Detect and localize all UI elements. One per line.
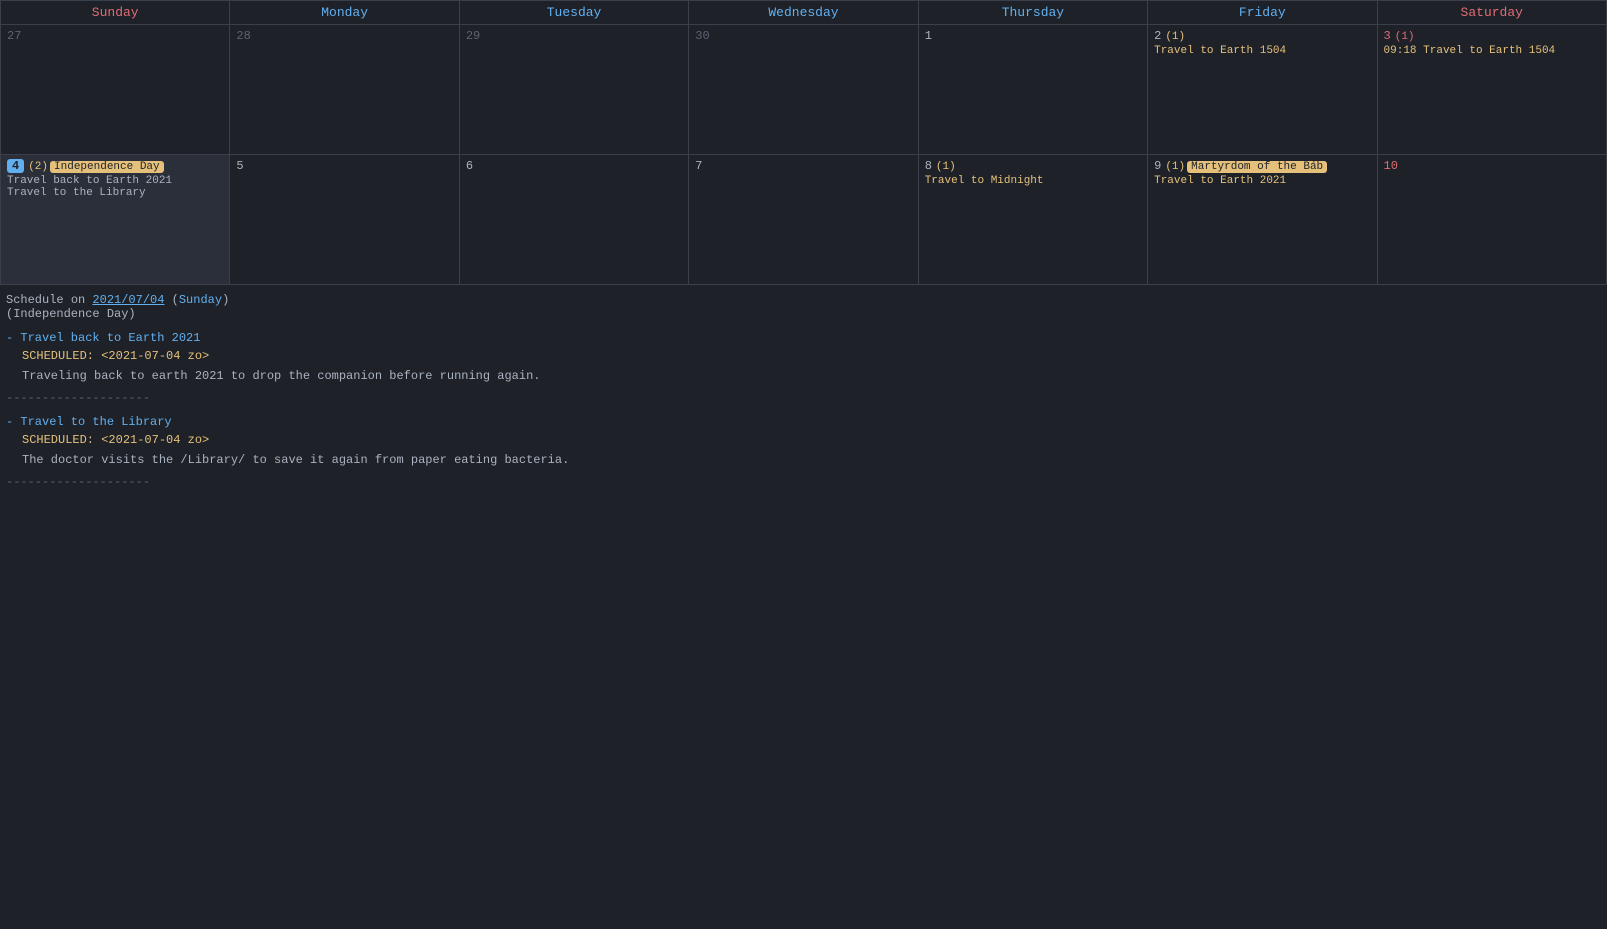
holiday-label: Martyrdom of the Báb <box>1187 161 1327 173</box>
day-number: 5 <box>236 159 243 173</box>
day-number-line: 5 <box>236 159 452 173</box>
day-number-line: 2 (1) <box>1154 29 1370 43</box>
calendar-week-row: 4 (2)Independence Day Travel back to Earth… <box>1 155 1607 285</box>
calendar-cell[interactable]: 27 <box>1 25 230 155</box>
calendar-event[interactable]: Travel to Earth 1504 <box>1154 45 1370 57</box>
schedule-paren: ) <box>222 293 229 307</box>
day-number: 1 <box>925 29 932 43</box>
schedule-divider: -------------------- <box>6 391 1601 405</box>
schedule-entry-title: - Travel back to Earth 2021 <box>6 331 1601 345</box>
schedule-header: Schedule on 2021/07/04 (Sunday) <box>6 293 1601 307</box>
calendar-event[interactable]: Travel back to Earth 2021 <box>7 175 223 187</box>
day-number-line: 6 <box>466 159 682 173</box>
calendar-cell[interactable]: 7 <box>689 155 918 285</box>
col-header-friday: Friday <box>1148 1 1377 25</box>
holiday-label: Independence Day <box>50 161 164 173</box>
calendar-cell[interactable]: 9 (1)Martyrdom of the Báb Travel to Earth … <box>1148 155 1377 285</box>
day-number: 7 <box>695 159 702 173</box>
day-number-line: 29 <box>466 29 682 43</box>
schedule-prefix2: chedule on <box>13 293 92 307</box>
calendar-cell[interactable]: 29 <box>459 25 688 155</box>
calendar-cell[interactable]: 3 (1) 09:18 Travel to Earth 1504 <box>1377 25 1606 155</box>
calendar-cell[interactable]: 10 <box>1377 155 1606 285</box>
calendar-cell[interactable]: 2 (1) Travel to Earth 1504 <box>1148 25 1377 155</box>
calendar-cell[interactable]: 4 (2)Independence Day Travel back to Earth… <box>1 155 230 285</box>
day-number-line: 3 (1) <box>1384 29 1600 43</box>
event-count-badge: (1) <box>936 161 956 173</box>
calendar-event[interactable]: Travel to the Library <box>7 187 223 199</box>
day-number-line: 10 <box>1384 159 1600 173</box>
calendar-header-row: SundayMondayTuesdayWednesdayThursdayFrid… <box>1 1 1607 25</box>
event-count-badge: (1) <box>1165 31 1185 43</box>
day-number: 3 <box>1384 29 1391 43</box>
calendar-cell[interactable]: 5 <box>230 155 459 285</box>
schedule-day: Sunday <box>179 293 222 307</box>
day-number: 28 <box>236 29 250 43</box>
day-number: 8 <box>925 159 932 173</box>
day-number: 29 <box>466 29 480 43</box>
event-count-badge: (2) <box>28 161 48 173</box>
day-number-line: 8 (1) <box>925 159 1141 173</box>
day-number-line: 28 <box>236 29 452 43</box>
col-header-wednesday: Wednesday <box>689 1 918 25</box>
col-header-saturday: Saturday <box>1377 1 1606 25</box>
schedule-entry-title: - Travel to the Library <box>6 415 1601 429</box>
day-number: 27 <box>7 29 21 43</box>
col-header-sunday: Sunday <box>1 1 230 25</box>
day-number-line: 30 <box>695 29 911 43</box>
day-number-line: 27 <box>7 29 223 43</box>
col-header-monday: Monday <box>230 1 459 25</box>
calendar-cell[interactable]: 8 (1) Travel to Midnight <box>918 155 1147 285</box>
calendar-cell[interactable]: 1 <box>918 25 1147 155</box>
schedule-description: Traveling back to earth 2021 to drop the… <box>22 369 1601 383</box>
col-header-tuesday: Tuesday <box>459 1 688 25</box>
schedule-holiday: (Independence Day) <box>6 307 1601 321</box>
schedule-description: The doctor visits the /Library/ to save … <box>22 453 1601 467</box>
day-number: 2 <box>1154 29 1161 43</box>
schedule-section: Schedule on 2021/07/04 (Sunday) (Indepen… <box>0 285 1607 497</box>
calendar-table: SundayMondayTuesdayWednesdayThursdayFrid… <box>0 0 1607 285</box>
schedule-scheduled: SCHEDULED: <2021-07-04 zo> <box>22 349 1601 363</box>
day-number: 6 <box>466 159 473 173</box>
day-number: 10 <box>1384 159 1398 173</box>
calendar-cell[interactable]: 28 <box>230 25 459 155</box>
selected-day-badge: 4 <box>7 159 24 173</box>
day-number-line: 7 <box>695 159 911 173</box>
calendar-cell[interactable]: 6 <box>459 155 688 285</box>
schedule-space: ( <box>164 293 178 307</box>
calendar-event[interactable]: Travel to Midnight <box>925 175 1141 187</box>
schedule-date-link[interactable]: 2021/07/04 <box>92 293 164 307</box>
event-count-badge: (1) <box>1395 31 1415 43</box>
day-number-line: 4 (2)Independence Day <box>7 159 223 173</box>
event-count-badge: (1) <box>1165 161 1185 173</box>
schedule-scheduled: SCHEDULED: <2021-07-04 zo> <box>22 433 1601 447</box>
calendar-event[interactable]: Travel to Earth 2021 <box>1154 175 1370 187</box>
day-number-line: 1 <box>925 29 1141 43</box>
day-number: 30 <box>695 29 709 43</box>
calendar-event[interactable]: 09:18 Travel to Earth 1504 <box>1384 45 1600 57</box>
col-header-thursday: Thursday <box>918 1 1147 25</box>
calendar-week-row: 27 28 29 30 1 2 (1) Travel to Earth 1504 3 (1) 09:… <box>1 25 1607 155</box>
day-number-line: 9 (1)Martyrdom of the Báb <box>1154 159 1370 173</box>
day-number: 9 <box>1154 159 1161 173</box>
schedule-divider: -------------------- <box>6 475 1601 489</box>
calendar-cell[interactable]: 30 <box>689 25 918 155</box>
